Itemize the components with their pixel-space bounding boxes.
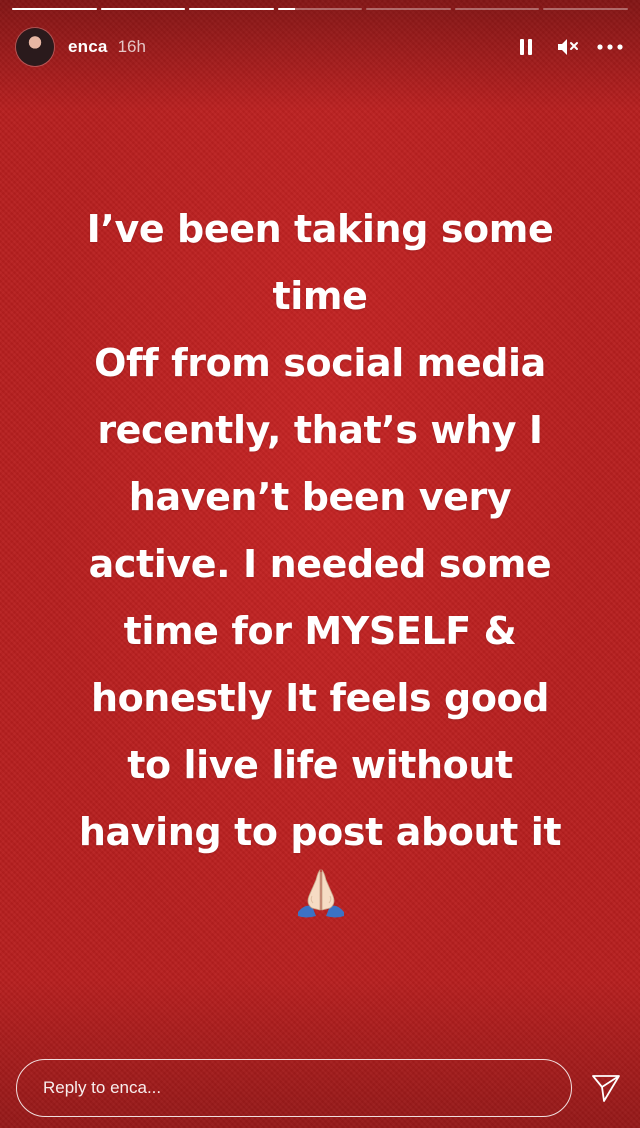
pause-button[interactable]	[512, 33, 540, 61]
send-button[interactable]	[588, 1070, 624, 1106]
story-text-line: time for MYSELF &	[123, 609, 517, 653]
progress-segment	[189, 8, 274, 10]
send-icon	[592, 1075, 620, 1102]
mute-button[interactable]	[554, 33, 582, 61]
story-text-line: honestly It feels good	[90, 676, 550, 720]
story-text: I’ve been taking some time Off from soci…	[30, 196, 610, 866]
story-text-line: active. I needed some	[88, 542, 552, 586]
story-progress-bar	[12, 8, 629, 10]
reply-bar: Reply to enca...	[16, 1058, 624, 1118]
story-text-line: I’ve been taking some	[86, 207, 554, 251]
mute-icon	[558, 39, 578, 55]
progress-segment	[277, 8, 363, 10]
story-text-line: to live life without	[127, 743, 513, 787]
more-options-button[interactable]	[596, 33, 624, 61]
more-icon	[597, 44, 623, 50]
progress-segment	[454, 8, 540, 10]
progress-segment-fill	[277, 8, 295, 10]
story-text-line: time	[272, 274, 368, 318]
progress-segment-fill	[189, 8, 274, 10]
progress-segment-fill	[12, 8, 97, 10]
username[interactable]: enca	[68, 37, 108, 57]
story-viewer[interactable]: enca 16h I’ve been taking some time Off …	[0, 0, 640, 1128]
progress-segment	[100, 8, 186, 10]
reply-placeholder: Reply to enca...	[43, 1078, 162, 1097]
pause-icon	[520, 39, 532, 55]
story-text-line: Off from social media	[94, 341, 546, 385]
folded-hands-emoji	[298, 869, 344, 918]
story-text-line: having to post about it	[78, 810, 562, 854]
story-header: enca 16h	[16, 26, 624, 68]
progress-segment	[543, 8, 629, 10]
story-text-line: recently, that’s why I	[97, 408, 543, 452]
story-controls	[512, 33, 624, 61]
progress-segment	[12, 8, 97, 10]
story-text-line: haven’t been very	[128, 475, 512, 519]
progress-segment	[366, 8, 451, 10]
avatar[interactable]	[16, 28, 54, 66]
progress-segment-fill	[100, 8, 186, 10]
post-time: 16h	[117, 37, 146, 56]
reply-input[interactable]: Reply to enca...	[16, 1059, 572, 1117]
